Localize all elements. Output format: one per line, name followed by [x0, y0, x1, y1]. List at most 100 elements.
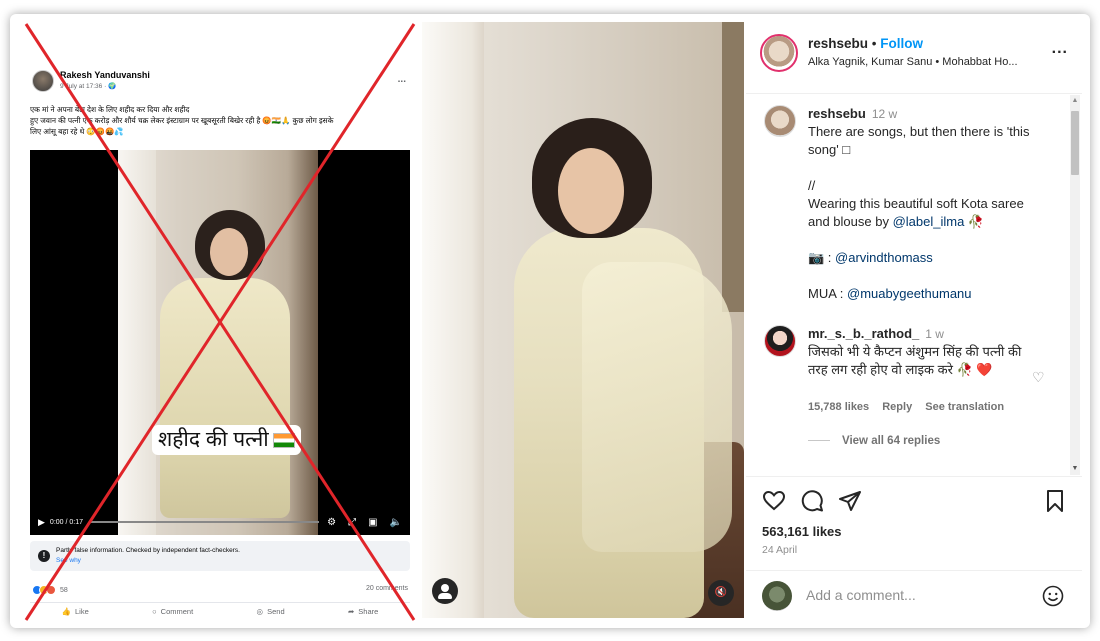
caption-line: 📷 : @arvindthomass	[808, 249, 1060, 267]
fb-post-meta: 9 July at 17:36 · 🌍	[60, 83, 117, 90]
video-caption-text: शहीद की पत्नी	[158, 428, 269, 451]
mention-link[interactable]: @arvindthomass	[835, 250, 933, 265]
scroll-up-arrow-icon[interactable]: ▲	[1070, 95, 1080, 107]
share-send-icon[interactable]	[838, 489, 862, 513]
comment-likes[interactable]: 15,788 likes	[808, 401, 869, 413]
more-options-icon[interactable]: ...	[398, 74, 406, 85]
avatar	[762, 581, 792, 611]
ig-comment: mr._s._b._rathod_ 1 w जिसको भी ये कैप्टन …	[808, 325, 1036, 379]
facebook-post: Rakesh Yanduvanshi 9 July at 17:36 · 🌍 .…	[22, 22, 418, 622]
fb-post-text: एक मां ने अपना बेटा देश के लिए शहीद कर द…	[30, 104, 410, 137]
tagged-user-head	[441, 584, 449, 592]
fb-author-name[interactable]: Rakesh Yanduvanshi	[60, 70, 150, 80]
ig-post-header: reshsebu • Follow Alka Yagnik, Kumar San…	[746, 22, 1082, 94]
instagram-panel: reshsebu • Follow Alka Yagnik, Kumar San…	[746, 22, 1082, 618]
ig-action-icons	[762, 489, 862, 513]
emoji-icon[interactable]	[1042, 585, 1064, 607]
info-icon: !	[38, 550, 50, 562]
comments-count[interactable]: 20 comments	[366, 585, 408, 592]
send-button[interactable]: ◎ Send	[257, 607, 285, 616]
volume-icon[interactable]: 🔈	[390, 517, 402, 528]
more-options-icon[interactable]: ...	[1052, 40, 1068, 58]
share-arrow-icon: ➦	[347, 607, 355, 616]
reactions-count: 58	[60, 586, 68, 594]
pip-icon[interactable]: ▣	[368, 517, 377, 528]
see-why-link[interactable]: See why	[56, 557, 81, 564]
caption-line: Wearing this beautiful soft Kota saree	[808, 196, 1024, 211]
fb-text-line: एक मां ने अपना बेटा देश के लिए शहीद कर द…	[30, 105, 190, 114]
tagged-user-icon[interactable]	[432, 578, 458, 604]
mute-icon[interactable]: 🔇	[708, 580, 734, 606]
reaction-summary[interactable]: 58	[32, 585, 68, 595]
fullscreen-icon[interactable]: ⤢	[348, 517, 356, 528]
caption-username[interactable]: reshsebu	[808, 106, 866, 121]
avatar[interactable]	[32, 70, 54, 92]
like-button[interactable]: 👍 Like	[62, 607, 89, 616]
view-replies-label: View all 64 replies	[842, 435, 941, 447]
video-controls: ▶ 0:00 / 0:17 ⚙ ⤢ ▣ 🔈	[30, 509, 410, 535]
video-figure-body	[160, 278, 290, 518]
heart-icon[interactable]	[762, 489, 786, 513]
share-button[interactable]: ➦ Share	[348, 607, 378, 616]
comment-icon[interactable]	[800, 489, 824, 513]
ig-header-user: reshsebu • Follow	[808, 36, 923, 51]
tagged-user-body	[438, 593, 452, 599]
fb-text-line: लिए आंसू बहा रहे थे 😳😡🤬💦	[30, 127, 124, 136]
ig-username[interactable]: reshsebu	[808, 36, 868, 51]
add-comment-input[interactable]	[806, 585, 1016, 605]
camera-icon: 📷 :	[808, 250, 836, 265]
comment-button[interactable]: ○ Comment	[152, 607, 193, 616]
scrollbar[interactable]: ▲ ▼	[1070, 95, 1080, 475]
bookmark-icon[interactable]	[1044, 489, 1066, 513]
add-comment-bar	[746, 570, 1082, 618]
scrollbar-thumb[interactable]	[1071, 111, 1079, 175]
post-date: 24 April	[762, 544, 798, 556]
scroll-down-arrow-icon[interactable]: ▼	[1070, 463, 1080, 475]
comment-username[interactable]: mr._s._b._rathod_	[808, 326, 919, 341]
video-caption: शहीद की पत्नी	[152, 425, 301, 455]
audio-track-link[interactable]: Alka Yagnik, Kumar Sanu • Mohabbat Ho...	[808, 56, 1018, 68]
reply-button[interactable]: Reply	[882, 401, 912, 413]
avatar[interactable]	[760, 34, 798, 72]
see-translation-button[interactable]: See translation	[925, 401, 1004, 413]
avatar[interactable]	[764, 105, 796, 137]
india-flag-icon	[272, 432, 295, 448]
comment-bubble-icon: ○	[152, 607, 157, 616]
follow-button[interactable]: Follow	[880, 36, 923, 51]
fb-post-header: Rakesh Yanduvanshi 9 July at 17:36 · 🌍 .…	[30, 70, 410, 98]
ig-bookmark	[1044, 489, 1066, 518]
fact-check-text: Partly false information. Checked by ind…	[56, 547, 240, 554]
instagram-photo[interactable]: 🔇	[422, 22, 744, 618]
comment-label: Comment	[160, 607, 194, 616]
fb-video-player[interactable]: शहीद की पत्नी ▶ 0:00 / 0:17 ⚙ ⤢ ▣ 🔈	[30, 150, 410, 535]
caption-line: MUA : @muabygeethumanu	[808, 285, 1060, 303]
play-icon[interactable]: ▶	[38, 517, 45, 528]
send-label: Send	[267, 607, 285, 616]
heart-icon[interactable]: ♡	[1032, 369, 1045, 386]
caption-text: and blouse by	[808, 214, 893, 229]
caption-text: MUA :	[808, 286, 848, 301]
rose-icon: 🥀	[964, 214, 985, 229]
photo-saree-drape	[582, 262, 732, 552]
caption-line: //	[808, 178, 816, 193]
fb-text-line: हुए जवान की पत्नी एक करोड़ और शौर्य चक्र…	[30, 116, 334, 125]
fb-action-bar: 👍 Like ○ Comment ◎ Send ➦ Share	[30, 602, 410, 620]
comparison-frame: Rakesh Yanduvanshi 9 July at 17:36 · 🌍 .…	[10, 14, 1090, 628]
comment-text: जिसको भी ये कैप्टन अंशुमन सिंह की पत्नी …	[808, 344, 1022, 377]
video-progress-bar[interactable]	[91, 521, 320, 523]
settings-gear-icon[interactable]: ⚙	[327, 517, 336, 528]
view-replies-button[interactable]: View all 64 replies	[808, 435, 940, 447]
video-figure-face	[210, 228, 248, 276]
mention-link[interactable]: @label_ilma	[893, 214, 965, 229]
ig-comments-list[interactable]: reshsebu 12 w There are songs, but then t…	[746, 95, 1082, 475]
mention-link[interactable]: @muabygeethumanu	[847, 286, 972, 301]
avatar[interactable]	[764, 325, 796, 357]
photo-window-frame	[722, 22, 744, 312]
comment-time: 1 w	[925, 327, 944, 341]
fact-check-notice: ! Partly false information. Checked by i…	[30, 541, 410, 571]
likes-count[interactable]: 563,161 likes	[762, 524, 842, 539]
caption-line: song' □	[808, 142, 851, 157]
comment-meta: 15,788 likes Reply See translation	[808, 401, 1014, 413]
